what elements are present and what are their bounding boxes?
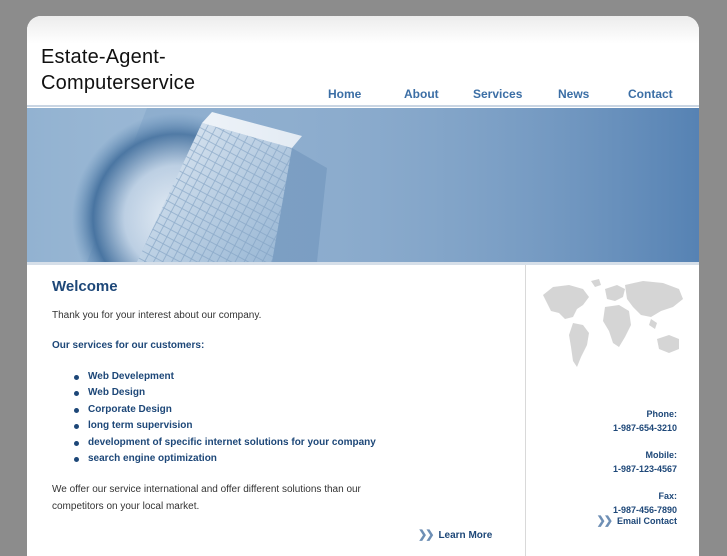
service-item: Web Design (74, 385, 376, 401)
service-label: Corporate Design (88, 403, 172, 415)
main-content: Welcome Thank you for your interest abou… (52, 278, 512, 541)
service-item: development of specific internet solutio… (74, 435, 376, 451)
mobile-label: Mobile: (645, 450, 678, 460)
bullet-icon (74, 375, 79, 380)
mobile-number: 1-987-123-4567 (612, 464, 677, 474)
hero-banner (27, 108, 699, 262)
nav-news[interactable]: News (558, 87, 589, 101)
bullet-icon (74, 456, 79, 462)
learn-more-label: Learn More (438, 530, 493, 541)
fax-label: Fax: (658, 491, 677, 501)
service-label: long term supervision (88, 420, 193, 432)
header-divider (27, 105, 699, 107)
header: Estate-Agent- Computerservice Home About… (27, 16, 699, 104)
intro-text: Thank you for your interest about our co… (52, 310, 262, 321)
nav-home[interactable]: Home (328, 87, 361, 101)
double-chevron-right-icon: ❯❯ (596, 515, 614, 527)
service-label: Web Design (88, 387, 146, 399)
nav-about[interactable]: About (404, 87, 439, 101)
service-item: Corporate Design (74, 402, 376, 418)
phone-block: Phone: 1-987-654-3210 (613, 407, 677, 435)
learn-more-link[interactable]: ❯❯ Learn More (418, 528, 492, 541)
bullet-icon (74, 391, 79, 397)
service-item: long term supervision (74, 418, 376, 434)
service-item: search engine optimization (74, 451, 376, 467)
outro-text: We offer our service international and o… (52, 484, 361, 512)
phone-number: 1-987-654-3210 (612, 423, 677, 433)
service-label: Web Develepment (88, 371, 174, 382)
services-list: Web Develepment Web Design Corporate Des… (74, 369, 376, 467)
mobile-block: Mobile: 1-987-123-4567 (613, 448, 677, 476)
service-label: development of specific internet solutio… (88, 436, 376, 448)
banner-building-image (27, 108, 699, 262)
bullet-icon (74, 440, 79, 446)
main-nav: Home About Services News Contact (27, 87, 699, 105)
double-chevron-right-icon: ❯❯ (418, 529, 435, 541)
phone-label: Phone: (646, 409, 678, 419)
services-heading: Our services for our customers: (52, 340, 205, 351)
page-container: Estate-Agent- Computerservice Home About… (27, 16, 699, 556)
bullet-icon (74, 407, 79, 413)
page-title: Welcome (52, 278, 118, 295)
sidebar: Phone: 1-987-654-3210 Mobile: 1-987-123-… (527, 265, 699, 556)
bullet-icon (74, 424, 79, 430)
fax-block: Fax: 1-987-456-7890 (613, 489, 677, 517)
site-title-line1: Estate-Agent- (41, 46, 166, 68)
service-item: Web Develepment (74, 369, 376, 385)
world-map-icon (543, 279, 683, 367)
column-divider (525, 265, 526, 556)
service-label: search engine optimization (88, 452, 217, 464)
email-contact-label: Email Contact (616, 516, 677, 526)
nav-services[interactable]: Services (473, 87, 522, 101)
email-contact-link[interactable]: ❯❯ Email Contact (597, 514, 677, 527)
nav-contact[interactable]: Contact (628, 87, 673, 101)
